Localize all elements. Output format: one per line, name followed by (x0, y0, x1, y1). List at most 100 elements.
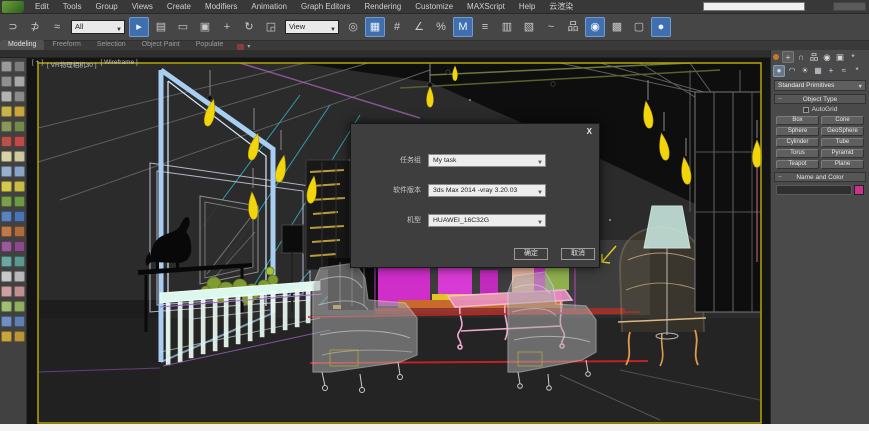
hierarchy-tab[interactable]: 品 (808, 51, 820, 63)
left-tool-icon-17[interactable] (14, 181, 25, 192)
left-tool-icon-37[interactable] (14, 331, 25, 342)
plane-button[interactable]: Plane (821, 160, 864, 169)
left-tool-icon-12[interactable] (1, 151, 12, 162)
selection-filter-combo[interactable]: All▼ (71, 20, 125, 34)
left-tool-icon-4[interactable] (1, 91, 12, 102)
left-tool-icon-13[interactable] (14, 151, 25, 162)
ribbon-tab-selection[interactable]: Selection (89, 40, 134, 50)
left-tool-icon-24[interactable] (1, 241, 12, 252)
select-and-manipulate-icon[interactable]: ▦ (365, 17, 385, 37)
ribbon-config-icon[interactable] (237, 44, 244, 50)
menu-item-modifiers[interactable]: Modifiers (198, 0, 244, 14)
mirror-icon[interactable]: M (453, 17, 473, 37)
select-object-icon[interactable]: ▸ (129, 17, 149, 37)
graphite-ribbon-icon[interactable]: ▧ (519, 17, 539, 37)
select-and-rotate-icon[interactable]: ↻ (239, 17, 259, 37)
dialog-row-0-dropdown[interactable]: My task▼ (428, 154, 546, 167)
left-tool-icon-2[interactable] (1, 76, 12, 87)
ribbon-minimize-icon[interactable]: ▾ (247, 43, 250, 50)
torus-button[interactable]: Torus (776, 149, 819, 158)
left-tool-icon-25[interactable] (14, 241, 25, 252)
render-production-icon[interactable]: ● (651, 17, 671, 37)
unlink-selection-icon[interactable]: ⊅ (25, 17, 45, 37)
window-crossing-icon[interactable]: ▣ (195, 17, 215, 37)
menu-item-animation[interactable]: Animation (244, 0, 294, 14)
left-tool-icon-30[interactable] (1, 286, 12, 297)
menu-item-rendering[interactable]: Rendering (357, 0, 408, 14)
left-tool-icon-0[interactable] (1, 61, 12, 72)
snap-toggle-icon[interactable]: # (387, 17, 407, 37)
cameras-category-icon[interactable]: ▦ (812, 65, 824, 77)
left-tool-icon-8[interactable] (1, 121, 12, 132)
menu-item-customize[interactable]: Customize (408, 0, 460, 14)
helpers-category-icon[interactable]: + (825, 65, 837, 77)
ribbon-tab-freeform[interactable]: Freeform (44, 40, 88, 50)
ribbon-tab-populate[interactable]: Populate (188, 40, 232, 50)
left-tool-icon-31[interactable] (14, 286, 25, 297)
primitives-dropdown[interactable]: Standard Primitives ▼ (774, 80, 866, 91)
layer-manager-icon[interactable]: ▥ (497, 17, 517, 37)
geometry-category-icon[interactable]: ● (773, 65, 785, 77)
select-by-name-icon[interactable]: ▤ (151, 17, 171, 37)
left-tool-icon-5[interactable] (14, 91, 25, 102)
left-tool-icon-11[interactable] (14, 136, 25, 147)
select-and-link-icon[interactable]: ⊃ (3, 17, 23, 37)
infocenter-signin[interactable] (833, 2, 866, 11)
curve-editor-icon[interactable]: ~ (541, 17, 561, 37)
left-tool-icon-16[interactable] (1, 181, 12, 192)
left-tool-icon-18[interactable] (1, 196, 12, 207)
left-tool-icon-10[interactable] (1, 136, 12, 147)
systems-category-icon[interactable]: * (851, 65, 863, 77)
left-tool-icon-1[interactable] (14, 61, 25, 72)
sphere-button[interactable]: Sphere (776, 127, 819, 136)
left-tool-icon-28[interactable] (1, 271, 12, 282)
object-color-swatch[interactable] (854, 185, 864, 195)
left-tool-icon-36[interactable] (1, 331, 12, 342)
menu-item-云渲染[interactable]: 云渲染 (542, 0, 580, 14)
geosphere-button[interactable]: GeoSphere (821, 127, 864, 136)
align-icon[interactable]: ≡ (475, 17, 495, 37)
left-tool-icon-32[interactable] (1, 301, 12, 312)
render-setup-icon[interactable]: ▩ (607, 17, 627, 37)
reference-coordinate-combo[interactable]: View▼ (285, 20, 339, 34)
menu-item-create[interactable]: Create (160, 0, 198, 14)
menu-item-group[interactable]: Group (88, 0, 124, 14)
cone-button[interactable]: Cone (821, 116, 864, 125)
viewport-shading-menu[interactable]: [ Wireframe ] (101, 59, 138, 69)
left-tool-icon-15[interactable] (14, 166, 25, 177)
select-and-scale-icon[interactable]: ◲ (261, 17, 281, 37)
menu-item-maxscript[interactable]: MAXScript (460, 0, 512, 14)
left-tool-icon-35[interactable] (14, 316, 25, 327)
left-tool-icon-19[interactable] (14, 196, 25, 207)
select-and-move-icon[interactable]: + (217, 17, 237, 37)
left-tool-icon-26[interactable] (1, 256, 12, 267)
autogrid-checkbox[interactable] (803, 107, 809, 113)
left-tool-icon-14[interactable] (1, 166, 12, 177)
viewport-camera-menu[interactable]: [ VR物理相机30 ] (47, 59, 96, 69)
menu-item-graph-editors[interactable]: Graph Editors (294, 0, 357, 14)
teapot-button[interactable]: Teapot (776, 160, 819, 169)
left-tool-icon-33[interactable] (14, 301, 25, 312)
left-tool-icon-23[interactable] (14, 226, 25, 237)
use-pivot-center-icon[interactable]: ◎ (343, 17, 363, 37)
modify-tab[interactable]: ∩ (795, 51, 807, 63)
menu-item-help[interactable]: Help (512, 0, 542, 14)
object-name-input[interactable] (776, 185, 852, 195)
left-tool-icon-34[interactable] (1, 316, 12, 327)
left-tool-icon-7[interactable] (14, 106, 25, 117)
schematic-view-icon[interactable]: 品 (563, 17, 583, 37)
menu-item-views[interactable]: Views (125, 0, 160, 14)
dialog-row-1-dropdown[interactable]: 3ds Max 2014 -vray 3.20.03▼ (428, 184, 546, 197)
ribbon-tab-modeling[interactable]: Modeling (0, 40, 44, 50)
left-tool-icon-27[interactable] (14, 256, 25, 267)
rendered-frame-icon[interactable]: ▢ (629, 17, 649, 37)
viewport-nav-menu[interactable]: [ + ] (32, 59, 43, 69)
menu-item-tools[interactable]: Tools (56, 0, 89, 14)
box-button[interactable]: Box (776, 116, 819, 125)
object-type-rollout-header[interactable]: − Object Type (774, 94, 866, 104)
dialog-row-2-dropdown[interactable]: HUAWEI_16C32G▼ (428, 214, 546, 227)
cylinder-button[interactable]: Cylinder (776, 138, 819, 147)
infocenter-search-input[interactable] (703, 2, 805, 11)
left-tool-icon-29[interactable] (14, 271, 25, 282)
left-tool-icon-3[interactable] (14, 76, 25, 87)
